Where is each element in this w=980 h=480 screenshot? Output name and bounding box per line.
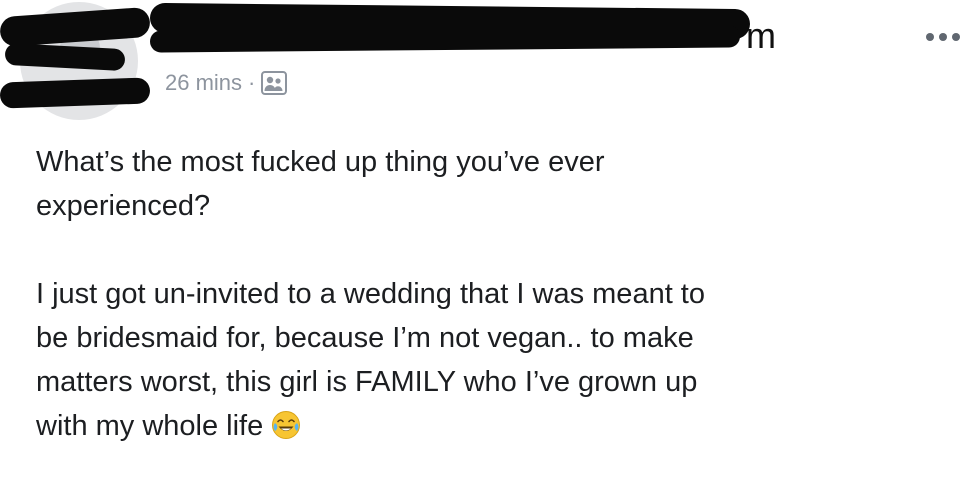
post-body: I just got un-invited to a wedding that … xyxy=(36,272,956,448)
friends-icon[interactable] xyxy=(261,71,288,95)
timestamp[interactable]: 26 mins xyxy=(165,70,242,96)
author-name[interactable]: m xyxy=(746,18,776,54)
redaction-mark xyxy=(149,25,741,53)
redaction-mark xyxy=(0,77,151,109)
post-body-text: I just got un-invited to a wedding that … xyxy=(36,278,705,442)
more-dot xyxy=(952,33,960,41)
tears-of-joy-emoji xyxy=(272,411,301,439)
facebook-post: m 26 mins · What’s the most fucked up th… xyxy=(0,0,980,480)
more-options-icon[interactable] xyxy=(926,30,964,44)
more-dot xyxy=(926,33,934,41)
post-meta: 26 mins · xyxy=(165,70,288,96)
meta-separator: · xyxy=(248,70,256,95)
post-question: What’s the most fucked up thing you’ve e… xyxy=(36,146,605,222)
more-dot xyxy=(939,33,947,41)
